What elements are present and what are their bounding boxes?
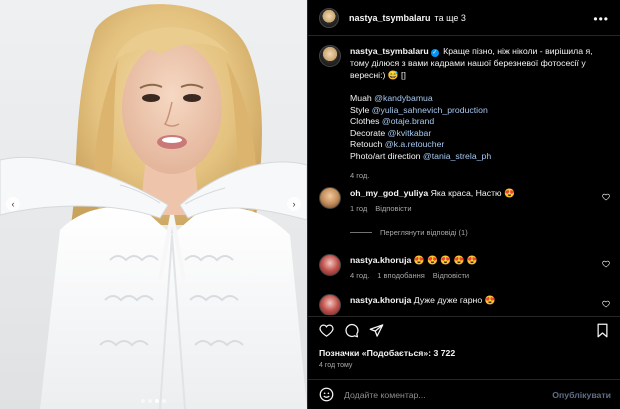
comment-like-heart-icon[interactable]: [602, 193, 610, 201]
save-bookmark-icon[interactable]: [595, 323, 610, 338]
caption-avatar[interactable]: [319, 45, 341, 67]
commenter-avatar[interactable]: [319, 254, 341, 276]
mention-link[interactable]: @kandybamua: [374, 93, 433, 103]
reply-button[interactable]: Відповісти: [375, 203, 411, 215]
comment-like-heart-icon[interactable]: [602, 260, 610, 268]
credits-list: Muah @kandybamua Style @yulia_sahnevich_…: [350, 93, 614, 162]
emoji-smiley-icon[interactable]: [319, 387, 334, 402]
comment-likes-count[interactable]: 1 вподобання: [377, 270, 425, 282]
coauthors-link[interactable]: та ще 3: [435, 13, 466, 23]
mention-link[interactable]: @yulia_sahnevich_production: [372, 105, 488, 115]
carousel-indicator: [0, 399, 307, 403]
author-avatar[interactable]: [319, 7, 339, 28]
mention-link[interactable]: @kvitkabar: [388, 128, 432, 138]
like-heart-icon[interactable]: [319, 323, 334, 338]
credit-line: Muah @kandybamua: [350, 93, 433, 103]
carousel-dot: [141, 399, 145, 403]
comment-input[interactable]: [344, 389, 553, 400]
comment-username[interactable]: oh_my_god_yuliya: [350, 188, 428, 198]
comment-text: 😍 😍 😍 😍 😍: [413, 255, 478, 265]
comment-text: Яка краса, Настю 😍: [430, 188, 515, 198]
caption-username[interactable]: nastya_tsymbalaru: [350, 46, 429, 56]
credit-line: Clothes @otaje.brand: [350, 116, 435, 126]
credit-line: Style @yulia_sahnevich_production: [350, 104, 488, 115]
post-timestamp: 4 год тому: [319, 362, 353, 369]
mention-link[interactable]: @tania_strela_ph: [423, 151, 491, 161]
likes-count[interactable]: Позначки «Подобається»: 3 722: [319, 348, 455, 358]
comment-item: nastya.khoruja 😍 😍 😍 😍 😍 4 год. 1 вподоб…: [319, 254, 614, 282]
comment-timestamp: 4 год.: [350, 271, 370, 280]
mention-link[interactable]: @otaje.brand: [382, 116, 434, 126]
post-header: nastya_tsymbalaru та ще 3 •••: [308, 0, 620, 36]
post-photo[interactable]: ‹ ›: [0, 0, 307, 409]
carousel-dot: [162, 399, 166, 403]
model-photo-illustration: [0, 4, 307, 409]
credit-line: Photo/art direction @tania_strela_ph: [350, 150, 492, 161]
carousel-prev-button[interactable]: ‹: [6, 197, 20, 211]
commenter-avatar[interactable]: [319, 187, 341, 209]
caption-timestamp: 4 год.: [350, 171, 370, 180]
carousel-dot: [148, 399, 152, 403]
comments-scroll-area[interactable]: nastya_tsymbalaru ✓ Краще пізно, ніж ніко…: [308, 37, 620, 315]
post-side-panel: nastya_tsymbalaru та ще 3 ••• nastya_tsy…: [307, 0, 620, 409]
author-username[interactable]: nastya_tsymbalaru: [349, 13, 431, 23]
comment-bubble-icon[interactable]: [344, 323, 359, 338]
verified-badge-icon: ✓: [430, 49, 439, 57]
comment-item: nastya.khoruja Дуже дуже гарно 😍: [319, 294, 614, 315]
comment-item: oh_my_god_yuliya Яка краса, Настю 😍 1 го…: [319, 187, 614, 215]
post-caption: nastya_tsymbalaru ✓ Краще пізно, ніж ніко…: [319, 45, 614, 182]
comment-username[interactable]: nastya.khoruja: [350, 295, 411, 305]
instagram-post: ‹ › nastya_tsymbalaru та ще 3 ••• nastya…: [0, 0, 620, 409]
carousel-dot: [155, 399, 159, 403]
comment-text: Дуже дуже гарно 😍: [413, 295, 496, 305]
more-options-icon[interactable]: •••: [593, 12, 609, 26]
share-send-icon[interactable]: [369, 323, 384, 338]
reply-button[interactable]: Відповісти: [433, 270, 469, 282]
mention-link[interactable]: @k.a.retoucher: [385, 139, 445, 149]
publish-button[interactable]: Опублікувати: [552, 390, 611, 400]
post-action-bar: [308, 316, 620, 344]
comment-username[interactable]: nastya.khoruja: [350, 255, 411, 265]
commenter-avatar[interactable]: [319, 294, 341, 315]
credit-line: Decorate @kvitkabar: [350, 127, 432, 138]
carousel-next-button[interactable]: ›: [287, 197, 301, 211]
comment-composer: Опублікувати: [308, 379, 620, 409]
comment-like-heart-icon[interactable]: [602, 300, 610, 308]
comment-timestamp: 1 год: [350, 204, 368, 213]
view-replies-button[interactable]: Переглянути відповіді (1): [350, 228, 468, 237]
replies-line-divider: [350, 232, 372, 233]
view-replies-label: Переглянути відповіді (1): [380, 228, 468, 237]
credit-line: Retouch @k.a.retoucher: [350, 139, 445, 149]
